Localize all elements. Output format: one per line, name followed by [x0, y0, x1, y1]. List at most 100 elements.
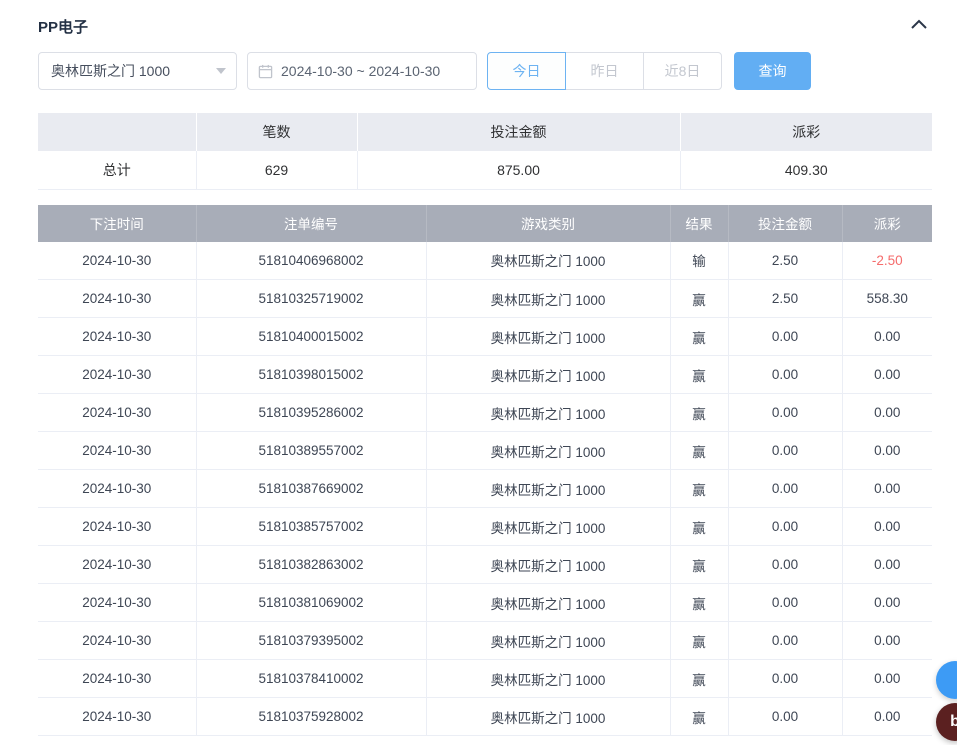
date-range-value: 2024-10-30 ~ 2024-10-30 — [281, 63, 440, 79]
cell-game-type: 奥林匹斯之门 1000 — [426, 470, 670, 508]
cell-result: 赢 — [670, 584, 728, 622]
cell-game-type: 奥林匹斯之门 1000 — [426, 660, 670, 698]
panel-header: PP电子 — [38, 0, 932, 52]
customer-service-floating-button[interactable] — [936, 661, 957, 699]
cell-bet-amount: 0.00 — [728, 622, 842, 660]
brand-floating-button[interactable]: b — [936, 703, 957, 741]
cell-result: 赢 — [670, 280, 728, 318]
bet-records-table: 下注时间 注单编号 游戏类别 结果 投注金额 派彩 2024-10-30 518… — [38, 205, 932, 737]
cell-order-id: 51810387669002 — [196, 470, 426, 508]
cell-game-type: 奥林匹斯之门 1000 — [426, 280, 670, 318]
cell-bet-amount: 0.00 — [728, 356, 842, 394]
cell-bet-time: 2024-10-30 — [38, 432, 196, 470]
cell-bet-time: 2024-10-30 — [38, 280, 196, 318]
cell-order-id: 51810400015002 — [196, 318, 426, 356]
cell-payout: 0.00 — [842, 584, 932, 622]
cell-game-type: 奥林匹斯之门 1000 — [426, 622, 670, 660]
cell-order-id: 51810385757002 — [196, 508, 426, 546]
table-row: 2024-10-30 51810379395002 奥林匹斯之门 1000 赢 … — [38, 622, 932, 660]
cell-order-id: 51810389557002 — [196, 432, 426, 470]
cell-bet-amount: 2.50 — [728, 280, 842, 318]
cell-result: 赢 — [670, 470, 728, 508]
summary-col-bet-amount: 投注金额 — [357, 113, 680, 151]
cell-order-id: 51810398015002 — [196, 356, 426, 394]
brand-logo: b — [950, 713, 957, 731]
col-game-type: 游戏类别 — [426, 205, 670, 242]
cell-result: 赢 — [670, 622, 728, 660]
cell-bet-time: 2024-10-30 — [38, 546, 196, 584]
cell-order-id: 51810378410002 — [196, 660, 426, 698]
filter-bar: 奥林匹斯之门 1000 2024-10-30 ~ 2024-10-30 今日 昨… — [38, 52, 932, 90]
cell-bet-time: 2024-10-30 — [38, 242, 196, 280]
cell-bet-amount: 0.00 — [728, 470, 842, 508]
table-row: 2024-10-30 51810398015002 奥林匹斯之门 1000 赢 … — [38, 356, 932, 394]
cell-payout: 0.00 — [842, 356, 932, 394]
last-8-days-button[interactable]: 近8日 — [643, 52, 722, 90]
cell-result: 赢 — [670, 546, 728, 584]
chevron-down-icon — [216, 68, 226, 74]
cell-game-type: 奥林匹斯之门 1000 — [426, 242, 670, 280]
bet-table-header-row: 下注时间 注单编号 游戏类别 结果 投注金额 派彩 — [38, 205, 932, 242]
cell-bet-amount: 0.00 — [728, 660, 842, 698]
cell-payout: 0.00 — [842, 622, 932, 660]
col-result: 结果 — [670, 205, 728, 242]
cell-bet-time: 2024-10-30 — [38, 660, 196, 698]
calendar-icon — [258, 64, 273, 79]
cell-bet-amount: 0.00 — [728, 432, 842, 470]
cell-payout: 558.30 — [842, 280, 932, 318]
cell-bet-amount: 0.00 — [728, 698, 842, 736]
cell-game-type: 奥林匹斯之门 1000 — [426, 432, 670, 470]
collapse-panel-button[interactable] — [910, 17, 928, 35]
cell-order-id: 51810375928002 — [196, 698, 426, 736]
cell-bet-time: 2024-10-30 — [38, 508, 196, 546]
summary-total-label: 总计 — [38, 151, 196, 189]
summary-total-row: 总计 629 875.00 409.30 — [38, 151, 932, 189]
table-row: 2024-10-30 51810378410002 奥林匹斯之门 1000 赢 … — [38, 660, 932, 698]
cell-game-type: 奥林匹斯之门 1000 — [426, 356, 670, 394]
table-row: 2024-10-30 51810375928002 奥林匹斯之门 1000 赢 … — [38, 698, 932, 736]
cell-payout: 0.00 — [842, 470, 932, 508]
cell-order-id: 51810379395002 — [196, 622, 426, 660]
cell-game-type: 奥林匹斯之门 1000 — [426, 698, 670, 736]
cell-game-type: 奥林匹斯之门 1000 — [426, 584, 670, 622]
cell-bet-time: 2024-10-30 — [38, 318, 196, 356]
cell-order-id: 51810382863002 — [196, 546, 426, 584]
search-button[interactable]: 查询 — [734, 52, 811, 90]
table-row: 2024-10-30 51810395286002 奥林匹斯之门 1000 赢 … — [38, 394, 932, 432]
game-select[interactable]: 奥林匹斯之门 1000 — [38, 52, 237, 90]
cell-payout: 0.00 — [842, 394, 932, 432]
summary-header-row: 笔数 投注金额 派彩 — [38, 113, 932, 151]
cell-bet-time: 2024-10-30 — [38, 584, 196, 622]
cell-order-id: 51810325719002 — [196, 280, 426, 318]
col-bet-time: 下注时间 — [38, 205, 196, 242]
cell-result: 赢 — [670, 660, 728, 698]
cell-bet-time: 2024-10-30 — [38, 356, 196, 394]
date-range-input[interactable]: 2024-10-30 ~ 2024-10-30 — [247, 52, 477, 90]
cell-bet-time: 2024-10-30 — [38, 698, 196, 736]
cell-result: 赢 — [670, 318, 728, 356]
summary-col-count: 笔数 — [196, 113, 357, 151]
cell-bet-time: 2024-10-30 — [38, 622, 196, 660]
today-button[interactable]: 今日 — [487, 52, 566, 90]
cell-bet-amount: 0.00 — [728, 508, 842, 546]
cell-result: 赢 — [670, 356, 728, 394]
bet-table-body: 2024-10-30 51810406968002 奥林匹斯之门 1000 输 … — [38, 242, 932, 736]
cell-bet-time: 2024-10-30 — [38, 394, 196, 432]
cell-game-type: 奥林匹斯之门 1000 — [426, 508, 670, 546]
cell-bet-amount: 0.00 — [728, 318, 842, 356]
summary-table: 笔数 投注金额 派彩 总计 629 875.00 409.30 — [38, 113, 932, 190]
table-row: 2024-10-30 51810381069002 奥林匹斯之门 1000 赢 … — [38, 584, 932, 622]
cell-order-id: 51810406968002 — [196, 242, 426, 280]
table-row: 2024-10-30 51810389557002 奥林匹斯之门 1000 赢 … — [38, 432, 932, 470]
chevron-up-icon — [910, 17, 928, 35]
yesterday-button[interactable]: 昨日 — [565, 52, 644, 90]
cell-bet-amount: 0.00 — [728, 584, 842, 622]
cell-game-type: 奥林匹斯之门 1000 — [426, 546, 670, 584]
summary-total-payout: 409.30 — [680, 151, 932, 189]
col-order-id: 注单编号 — [196, 205, 426, 242]
cell-bet-time: 2024-10-30 — [38, 470, 196, 508]
col-payout: 派彩 — [842, 205, 932, 242]
cell-result: 输 — [670, 242, 728, 280]
summary-col-payout: 派彩 — [680, 113, 932, 151]
quick-date-group: 今日 昨日 近8日 — [487, 52, 722, 90]
